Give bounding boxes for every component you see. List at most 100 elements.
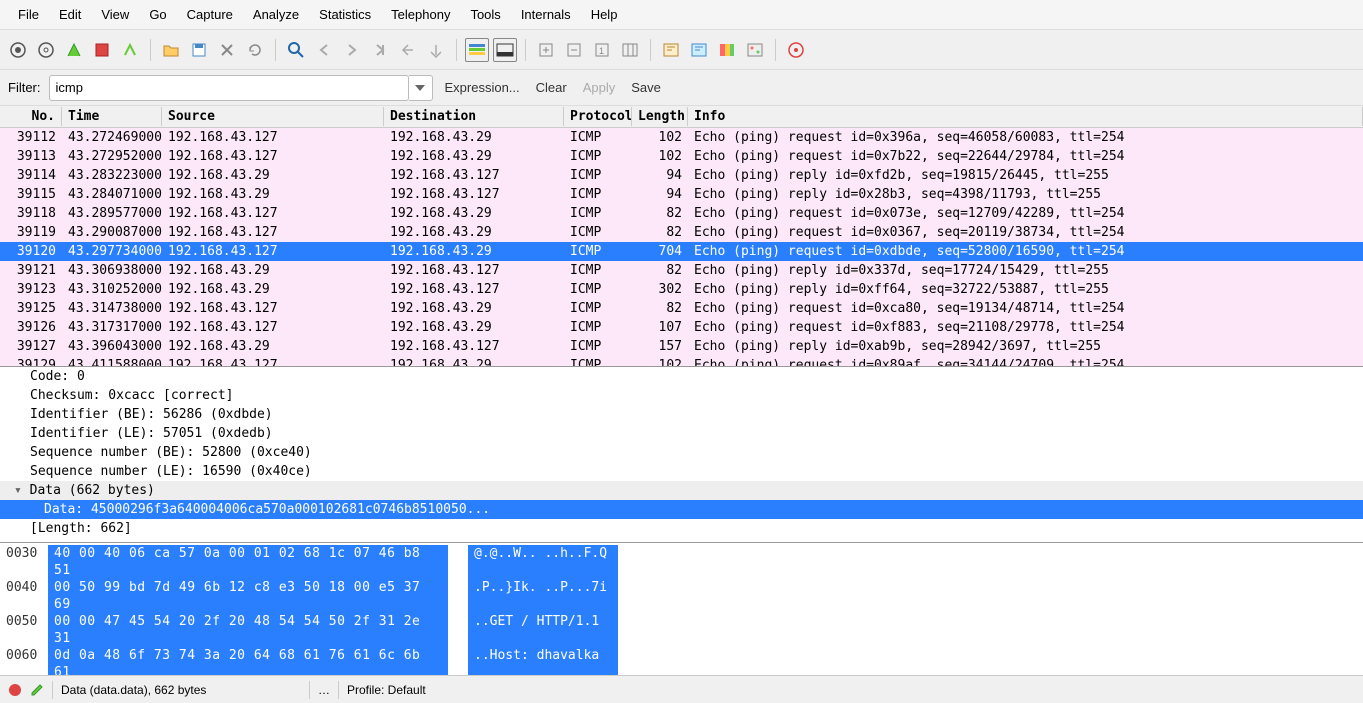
status-more[interactable]: … — [318, 683, 330, 697]
column-length[interactable]: Length — [632, 107, 688, 126]
packet-row[interactable]: 3912743.396043000192.168.43.29192.168.43… — [0, 337, 1363, 356]
status-field-text: Data (data.data), 662 bytes — [61, 683, 301, 697]
filter-dropdown-icon[interactable] — [409, 75, 433, 101]
filter-toolbar: Filter: Expression... Clear Apply Save — [0, 70, 1363, 106]
resize-columns-icon[interactable] — [618, 38, 642, 62]
column-time[interactable]: Time — [62, 107, 162, 126]
filter-label: Filter: — [8, 80, 41, 95]
edit-icon[interactable] — [30, 683, 44, 697]
detail-line[interactable]: Identifier (LE): 57051 (0xdedb) — [0, 424, 1363, 443]
zoom-out-icon[interactable] — [562, 38, 586, 62]
preferences-icon[interactable] — [743, 38, 767, 62]
go-forward-icon[interactable] — [340, 38, 364, 62]
reload-icon[interactable] — [243, 38, 267, 62]
menu-edit[interactable]: Edit — [49, 3, 91, 26]
toolbar-separator — [275, 39, 276, 61]
toolbar-separator — [525, 39, 526, 61]
detail-line[interactable]: [Length: 662] — [0, 519, 1363, 538]
toolbar-separator — [456, 39, 457, 61]
packet-list-pane: No. Time Source Destination Protocol Len… — [0, 106, 1363, 367]
expert-info-icon[interactable] — [8, 683, 22, 697]
packet-row[interactable]: 3911243.272469000192.168.43.127192.168.4… — [0, 128, 1363, 147]
packet-row[interactable]: 3911543.284071000192.168.43.29192.168.43… — [0, 185, 1363, 204]
close-file-icon[interactable] — [215, 38, 239, 62]
status-separator — [338, 681, 339, 699]
menu-go[interactable]: Go — [139, 3, 176, 26]
toolbar-separator — [650, 39, 651, 61]
auto-scroll-icon[interactable] — [493, 38, 517, 62]
packet-rows[interactable]: 3911243.272469000192.168.43.127192.168.4… — [0, 128, 1363, 366]
detail-line[interactable]: Identifier (BE): 56286 (0xdbde) — [0, 405, 1363, 424]
packet-row[interactable]: 3912043.297734000192.168.43.127192.168.4… — [0, 242, 1363, 261]
save-filter-button[interactable]: Save — [627, 78, 665, 97]
packet-row[interactable]: 3912643.317317000192.168.43.127192.168.4… — [0, 318, 1363, 337]
status-separator — [309, 681, 310, 699]
menu-file[interactable]: File — [8, 3, 49, 26]
menu-telephony[interactable]: Telephony — [381, 3, 460, 26]
packet-row[interactable]: 3912143.306938000192.168.43.29192.168.43… — [0, 261, 1363, 280]
hex-row[interactable]: 003040 00 40 06 ca 57 0a 00 01 02 68 1c … — [0, 545, 1363, 579]
packet-row[interactable]: 3912543.314738000192.168.43.127192.168.4… — [0, 299, 1363, 318]
column-protocol[interactable]: Protocol — [564, 107, 632, 126]
packet-list-header[interactable]: No. Time Source Destination Protocol Len… — [0, 106, 1363, 128]
coloring-rules-icon[interactable] — [715, 38, 739, 62]
apply-button[interactable]: Apply — [579, 78, 620, 97]
packet-row[interactable]: 3911443.283223000192.168.43.29192.168.43… — [0, 166, 1363, 185]
detail-line[interactable]: Code: 0 — [0, 367, 1363, 386]
menu-internals[interactable]: Internals — [511, 3, 581, 26]
capture-filters-icon[interactable] — [659, 38, 683, 62]
menu-statistics[interactable]: Statistics — [309, 3, 381, 26]
column-info[interactable]: Info — [688, 107, 1363, 126]
packet-row[interactable]: 3911343.272952000192.168.43.127192.168.4… — [0, 147, 1363, 166]
menu-view[interactable]: View — [91, 3, 139, 26]
svg-text:1: 1 — [599, 46, 604, 56]
open-file-icon[interactable] — [159, 38, 183, 62]
status-profile[interactable]: Profile: Default — [347, 683, 426, 697]
menubar: FileEditViewGoCaptureAnalyzeStatisticsTe… — [0, 0, 1363, 30]
detail-line[interactable]: Sequence number (BE): 52800 (0xce40) — [0, 443, 1363, 462]
menu-help[interactable]: Help — [581, 3, 628, 26]
stop-capture-icon[interactable] — [90, 38, 114, 62]
column-no[interactable]: No. — [0, 107, 62, 126]
go-to-icon[interactable] — [368, 38, 392, 62]
column-destination[interactable]: Destination — [384, 107, 564, 126]
start-capture-icon[interactable] — [62, 38, 86, 62]
interfaces-icon[interactable] — [6, 38, 30, 62]
packet-details-pane[interactable]: Code: 0Checksum: 0xcacc [correct]Identif… — [0, 367, 1363, 543]
zoom-in-icon[interactable] — [534, 38, 558, 62]
packet-bytes-pane[interactable]: 003040 00 40 06 ca 57 0a 00 01 02 68 1c … — [0, 543, 1363, 675]
packet-row[interactable]: 3912343.310252000192.168.43.29192.168.43… — [0, 280, 1363, 299]
find-icon[interactable] — [284, 38, 308, 62]
hex-row[interactable]: 005000 00 47 45 54 20 2f 20 48 54 54 50 … — [0, 613, 1363, 647]
detail-line[interactable]: Data (662 bytes) — [0, 481, 1363, 500]
zoom-reset-icon[interactable]: 1 — [590, 38, 614, 62]
go-back-icon[interactable] — [312, 38, 336, 62]
detail-line[interactable]: Data: 45000296f3a640004006ca570a00010268… — [0, 500, 1363, 519]
packet-row[interactable]: 3911843.289577000192.168.43.127192.168.4… — [0, 204, 1363, 223]
go-first-icon[interactable] — [396, 38, 420, 62]
clear-button[interactable]: Clear — [532, 78, 571, 97]
menu-tools[interactable]: Tools — [460, 3, 510, 26]
help-icon[interactable] — [784, 38, 808, 62]
hex-row[interactable]: 00600d 0a 48 6f 73 74 3a 20 64 68 61 76 … — [0, 647, 1363, 675]
hex-row[interactable]: 004000 50 99 bd 7d 49 6b 12 c8 e3 50 18 … — [0, 579, 1363, 613]
detail-line[interactable]: Checksum: 0xcacc [correct] — [0, 386, 1363, 405]
menu-capture[interactable]: Capture — [177, 3, 243, 26]
go-last-icon[interactable] — [424, 38, 448, 62]
column-source[interactable]: Source — [162, 107, 384, 126]
toolbar-separator — [775, 39, 776, 61]
save-file-icon[interactable] — [187, 38, 211, 62]
packet-row[interactable]: 3912943.411588000192.168.43.127192.168.4… — [0, 356, 1363, 366]
options-icon[interactable] — [34, 38, 58, 62]
expression-button[interactable]: Expression... — [441, 78, 524, 97]
toolbar-separator — [150, 39, 151, 61]
restart-capture-icon[interactable] — [118, 38, 142, 62]
detail-line[interactable]: Sequence number (LE): 16590 (0x40ce) — [0, 462, 1363, 481]
packet-row[interactable]: 3911943.290087000192.168.43.127192.168.4… — [0, 223, 1363, 242]
main-toolbar: 1 — [0, 30, 1363, 70]
status-separator — [52, 681, 53, 699]
colorize-icon[interactable] — [465, 38, 489, 62]
filter-input[interactable] — [49, 75, 409, 101]
menu-analyze[interactable]: Analyze — [243, 3, 309, 26]
display-filters-icon[interactable] — [687, 38, 711, 62]
